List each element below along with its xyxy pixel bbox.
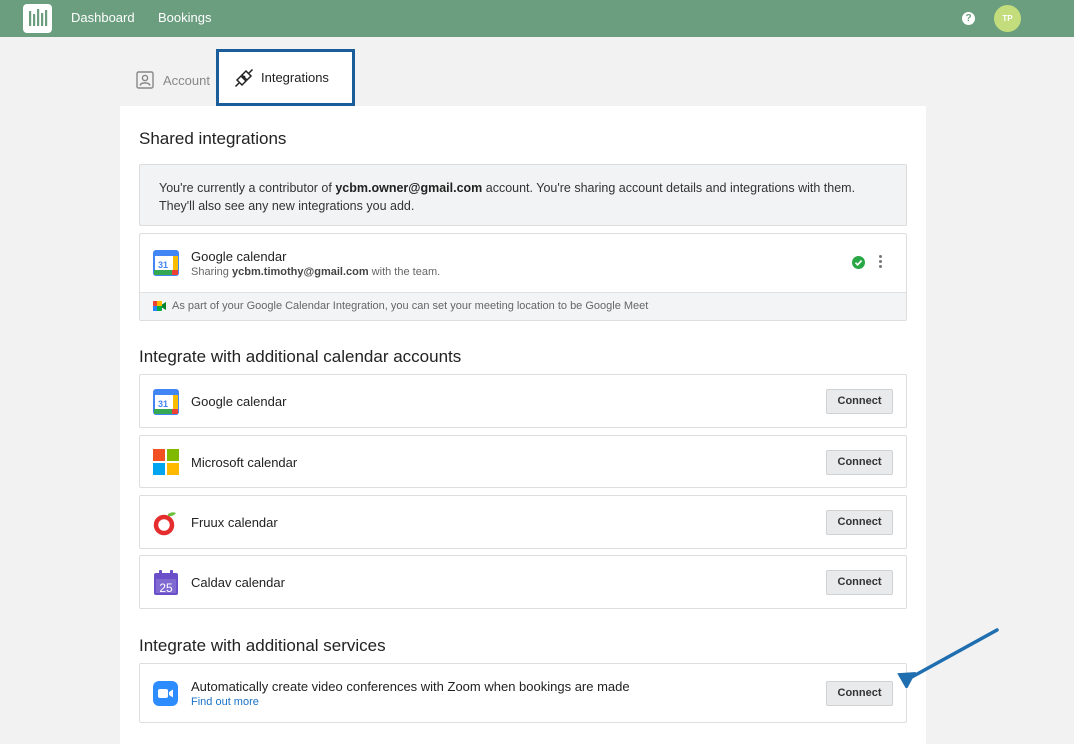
find-out-more-link[interactable]: Find out more: [191, 696, 259, 708]
contributor-notice: You're currently a contributor of ycbm.o…: [139, 164, 907, 226]
calendar-name: Fruux calendar: [191, 515, 278, 530]
calendar-item-fruux: Fruux calendar Connect: [139, 495, 907, 549]
plug-icon: [234, 68, 254, 87]
account-icon: [136, 71, 154, 89]
connected-check-icon: [852, 256, 865, 269]
shared-card-name: Google calendar: [191, 249, 287, 264]
calendar-item-microsoft: Microsoft calendar Connect: [139, 435, 907, 488]
connect-caldav-calendar-button[interactable]: Connect: [826, 570, 893, 595]
annotation-arrow-icon: [897, 628, 999, 688]
nav-bookings[interactable]: Bookings: [158, 10, 211, 25]
google-meet-note: As part of your Google Calendar Integrat…: [140, 292, 906, 320]
svg-text:31: 31: [158, 399, 168, 409]
zoom-logo-icon: [153, 681, 178, 706]
zoom-description: Automatically create video conferences w…: [191, 679, 630, 694]
shared-integrations-title: Shared integrations: [139, 129, 287, 148]
connect-microsoft-calendar-button[interactable]: Connect: [826, 450, 893, 475]
sub-text-post: with the team.: [368, 266, 441, 278]
connect-google-calendar-button[interactable]: Connect: [826, 389, 893, 414]
nav-dashboard[interactable]: Dashboard: [71, 10, 135, 25]
shared-google-calendar-card: 31 Google calendar Sharing ycbm.timothy@…: [139, 233, 907, 321]
calendar-name: Microsoft calendar: [191, 455, 298, 470]
more-options-icon[interactable]: [877, 255, 883, 271]
tab-integrations-label: Integrations: [261, 70, 329, 85]
svg-text:25: 25: [159, 581, 173, 595]
service-item-zoom: Automatically create video conferences w…: [139, 663, 907, 723]
notice-text-pre: You're currently a contributor of: [159, 181, 336, 195]
calendar-item-caldav: 25 Caldav calendar Connect: [139, 555, 907, 609]
google-meet-icon: [153, 301, 166, 311]
connect-zoom-button[interactable]: Connect: [826, 681, 893, 706]
additional-calendars-title: Integrate with additional calendar accou…: [139, 347, 462, 366]
tab-account-label: Account: [163, 72, 210, 88]
shared-card-sub: Sharing ycbm.timothy@gmail.com with the …: [191, 266, 440, 278]
fruux-logo-icon: [153, 512, 176, 536]
google-calendar-icon: 31: [153, 250, 179, 276]
notice-owner-email: ycbm.owner@gmail.com: [335, 181, 483, 195]
sub-text-pre: Sharing: [191, 266, 232, 278]
app-logo-icon[interactable]: [23, 4, 52, 33]
user-avatar[interactable]: TP: [994, 5, 1021, 32]
help-icon[interactable]: ?: [962, 12, 975, 25]
svg-text:31: 31: [158, 260, 168, 270]
caldav-calendar-icon: 25: [154, 570, 178, 595]
calendar-item-google: 31 Google calendar Connect: [139, 374, 907, 428]
google-meet-note-text: As part of your Google Calendar Integrat…: [172, 300, 649, 312]
sub-shared-email: ycbm.timothy@gmail.com: [231, 266, 369, 278]
google-calendar-icon: 31: [153, 389, 179, 415]
connect-fruux-calendar-button[interactable]: Connect: [826, 510, 893, 535]
tab-account[interactable]: Account: [136, 70, 210, 90]
calendar-name: Google calendar: [191, 394, 287, 409]
tab-integrations[interactable]: Integrations: [216, 49, 355, 106]
microsoft-logo-icon: [153, 449, 179, 475]
calendar-name: Caldav calendar: [191, 575, 285, 590]
additional-services-title: Integrate with additional services: [139, 636, 386, 655]
top-navigation-bar: Dashboard Bookings ? TP: [0, 0, 1074, 37]
